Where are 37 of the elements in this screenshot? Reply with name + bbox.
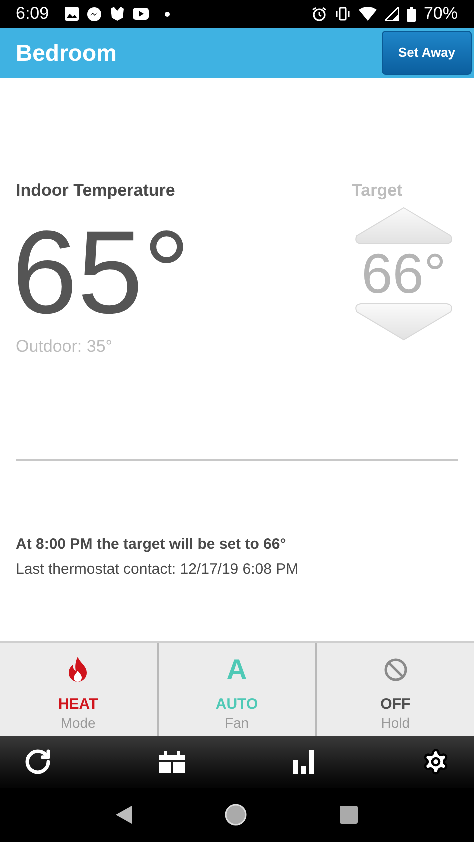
blocked-icon: [384, 658, 408, 682]
play-icon: [133, 8, 150, 20]
signal-icon: [384, 7, 399, 21]
shield-icon: [110, 7, 126, 21]
tile-value: OFF: [380, 697, 411, 712]
tile-label: Fan: [224, 716, 250, 730]
flame-icon: [68, 657, 88, 683]
fan-auto-icon: A: [226, 656, 248, 684]
battery-icon: [406, 6, 416, 22]
outdoor-temperature: Outdoor: 35°: [16, 336, 114, 358]
bar-chart-icon[interactable]: [292, 750, 315, 774]
tile-label: Mode: [60, 716, 96, 730]
status-time: 6:09: [16, 3, 50, 26]
back-icon[interactable]: [116, 806, 132, 824]
indoor-temperature: 65°: [12, 214, 190, 332]
tile-label: Hold: [381, 716, 410, 730]
last-contact: Last thermostat contact: 12/17/19 6:08 PM: [16, 560, 300, 580]
refresh-icon[interactable]: [24, 748, 52, 776]
alarm-icon: [312, 6, 327, 22]
tile-value: HEAT: [58, 697, 98, 712]
wifi-icon: [358, 7, 377, 21]
battery-percent: 70%: [424, 3, 458, 26]
settings-icon[interactable]: [422, 748, 450, 776]
target-label: Target: [352, 180, 403, 202]
tile-value: AUTO: [216, 697, 258, 712]
chat-icon: [87, 6, 102, 22]
recents-icon[interactable]: [340, 806, 358, 824]
control-tile[interactable]: HEAT Mode: [0, 643, 157, 736]
schedule-message: At 8:00 PM the target will be set to 66°: [16, 535, 288, 555]
room-title: Bedroom: [16, 38, 118, 68]
indoor-label: Indoor Temperature: [16, 180, 176, 202]
set-away-button[interactable]: Set Away: [382, 31, 472, 75]
home-icon[interactable]: [224, 804, 247, 826]
image-icon: [65, 7, 80, 21]
calendar-icon[interactable]: [159, 751, 186, 773]
target-temperature: 66°: [362, 246, 446, 302]
vibrate-icon: [334, 7, 351, 21]
